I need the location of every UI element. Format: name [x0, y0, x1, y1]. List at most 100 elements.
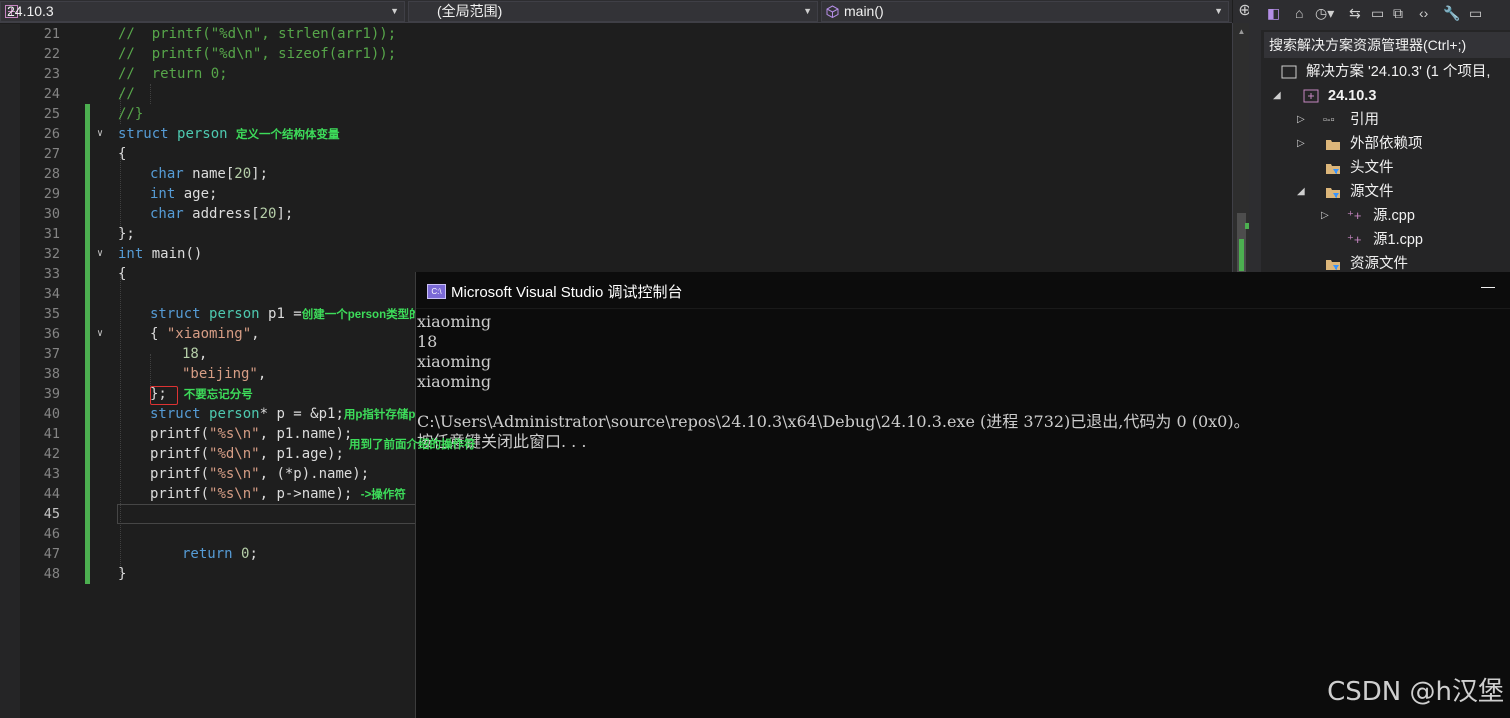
debug-console-window[interactable]: C:\ Microsoft Visual Studio 调试控制台 — xiao…: [415, 272, 1510, 718]
folder-filter-icon: [1326, 164, 1340, 174]
tree-item-label: 引用: [1350, 112, 1379, 128]
arrow-annotation: ->操作符: [360, 489, 406, 501]
tree-item-references[interactable]: ▷ ▫-▫ 引用: [1261, 108, 1510, 132]
chevron-down-icon: ▼: [1214, 6, 1223, 16]
solution-node[interactable]: 解决方案 '24.10.3' (1 个项目,: [1261, 60, 1510, 84]
collapse-icon[interactable]: ∨: [93, 244, 107, 264]
collapsed-arrow-icon[interactable]: ▷: [1321, 204, 1329, 228]
code-line: 24 //: [0, 84, 1232, 104]
project-dropdown[interactable]: 24.10.3 ▼: [0, 1, 405, 22]
references-icon: ▫-▫: [1323, 114, 1335, 126]
tree-item-label: 头文件: [1350, 160, 1394, 176]
tree-item-source-files[interactable]: ◢ 源文件: [1261, 180, 1510, 204]
line-number: 34: [43, 286, 60, 302]
line-number: 30: [43, 206, 60, 222]
cpp-file-icon: ⁺+: [1347, 208, 1362, 223]
folder-filter-icon: [1326, 260, 1340, 270]
solution-explorer-toolbar: ◧ ⌂ ◷▾ ⇆ ▭ ⧉ ‹› 🔧 ▭: [1261, 0, 1510, 30]
console-line: 18: [417, 332, 438, 351]
line-number: 47: [43, 546, 60, 562]
line-number: 37: [43, 346, 60, 362]
scroll-up-icon[interactable]: ▲: [1233, 27, 1250, 36]
line-number: 25: [43, 106, 60, 122]
expanded-arrow-icon[interactable]: ◢: [1297, 180, 1305, 204]
tree-item-label: 源1.cpp: [1373, 232, 1423, 248]
project-label: 24.10.3: [1328, 88, 1377, 104]
scope-dropdown-label: (全局范围): [437, 3, 503, 19]
tree-item-label: 源.cpp: [1373, 208, 1415, 224]
cpp-file-icon: ⁺+: [1347, 232, 1362, 247]
line-number: 42: [43, 446, 60, 462]
method-cube-icon: [826, 5, 839, 18]
line-number: 22: [43, 46, 60, 62]
scope-dropdown[interactable]: (全局范围) ▼: [408, 1, 818, 22]
solution-search-input[interactable]: 搜索解决方案资源管理器(Ctrl+;): [1264, 32, 1510, 58]
code-line: 27 {: [0, 144, 1232, 164]
line-number: 24: [43, 86, 60, 102]
sync-icon[interactable]: ⇆: [1349, 5, 1361, 22]
line-number: 27: [43, 146, 60, 162]
line-number: 36: [43, 326, 60, 342]
tree-item-source1-cpp[interactable]: ⁺+ 源1.cpp: [1261, 228, 1510, 252]
console-title-bar[interactable]: C:\ Microsoft Visual Studio 调试控制台 —: [416, 272, 1510, 309]
chevron-down-icon: ▼: [390, 6, 399, 16]
line-number: 23: [43, 66, 60, 82]
change-marker: [1239, 239, 1244, 271]
console-line: xiaoming: [417, 312, 492, 331]
line-number: 45: [43, 506, 60, 522]
line-number: 21: [43, 26, 60, 42]
tree-item-external-deps[interactable]: ▷ 外部依赖项: [1261, 132, 1510, 156]
code-line: 28 char name[20];: [0, 164, 1232, 184]
project-dropdown-label: 24.10.3: [7, 3, 54, 19]
pin-icon[interactable]: ▭: [1469, 5, 1482, 22]
navigation-bar: 24.10.3 ▼ (全局范围) ▼ main() ▼: [0, 0, 1232, 23]
collapse-all-icon[interactable]: ▭: [1371, 5, 1384, 22]
show-all-files-icon[interactable]: ⧉: [1393, 5, 1403, 22]
line-number: 28: [43, 166, 60, 182]
line-number: 39: [43, 386, 60, 402]
collapse-icon[interactable]: ∨: [93, 324, 107, 344]
code-line: 23 // return 0;: [0, 64, 1232, 84]
line-number: 43: [43, 466, 60, 482]
console-line: xiaoming: [417, 352, 492, 371]
code-line: 31 };: [0, 224, 1232, 244]
collapse-icon[interactable]: ∨: [93, 124, 107, 144]
external-deps-icon: [1326, 140, 1340, 150]
code-line: 26 ∨ struct person 定义一个结构体变量: [0, 124, 1232, 144]
line-number: 46: [43, 526, 60, 542]
code-line: 21 // printf("%d\n", strlen(arr1));: [0, 24, 1232, 44]
vs-switch-views-icon[interactable]: ◧: [1267, 5, 1280, 22]
line-number: 41: [43, 426, 60, 442]
chevron-down-icon: ▼: [803, 6, 812, 16]
tree-item-header-files[interactable]: 头文件: [1261, 156, 1510, 180]
code-line: 30 char address[20];: [0, 204, 1232, 224]
home-icon[interactable]: ⌂: [1295, 5, 1303, 21]
history-icon[interactable]: ◷▾: [1315, 5, 1334, 22]
console-line: C:\Users\Administrator\source\repos\24.1…: [417, 412, 1250, 431]
project-node[interactable]: ◢ 24.10.3: [1261, 84, 1510, 108]
wrench-icon[interactable]: 🔧: [1443, 5, 1460, 22]
line-number: 40: [43, 406, 60, 422]
pointer-annotation: 用p指针存储p1: [343, 409, 422, 421]
code-line: 22 // printf("%d\n", sizeof(arr1));: [0, 44, 1232, 64]
code-line: 25 //}: [0, 104, 1232, 124]
line-number: 48: [43, 566, 60, 582]
function-dropdown-label: main(): [844, 3, 884, 19]
tree-item-source-cpp[interactable]: ▷ ⁺+ 源.cpp: [1261, 204, 1510, 228]
code-view-icon[interactable]: ‹›: [1419, 5, 1428, 21]
function-dropdown[interactable]: main() ▼: [821, 1, 1229, 22]
tree-item-label: 源文件: [1350, 184, 1394, 200]
line-number: 29: [43, 186, 60, 202]
minimize-button[interactable]: —: [1481, 278, 1495, 294]
collapsed-arrow-icon[interactable]: ▷: [1297, 108, 1305, 132]
line-number: 26: [43, 126, 60, 142]
console-line: xiaoming: [417, 372, 492, 391]
collapsed-arrow-icon[interactable]: ▷: [1297, 132, 1305, 156]
tree-item-label: 外部依赖项: [1350, 136, 1423, 152]
vs-window: 24.10.3 ▼ (全局范围) ▼ main() ▼ ⊕ 21 // prin…: [0, 0, 1510, 718]
expanded-arrow-icon[interactable]: ◢: [1273, 84, 1281, 108]
code-line: 32 ∨ int main(): [0, 244, 1232, 264]
line-number: 44: [43, 486, 60, 502]
csdn-watermark: CSDN @h汉堡: [1327, 677, 1504, 707]
solution-icon: [1281, 65, 1297, 79]
